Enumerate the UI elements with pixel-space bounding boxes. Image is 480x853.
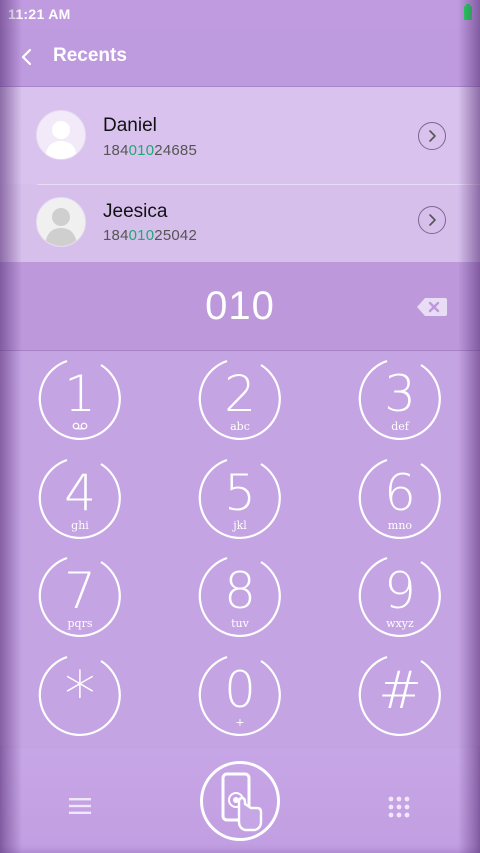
chevron-left-icon[interactable]	[18, 47, 38, 67]
key-9[interactable]: 9 wxyz	[357, 554, 443, 640]
key-digit: 6	[384, 464, 416, 522]
avatar	[36, 110, 86, 160]
person-icon	[45, 121, 77, 159]
status-bar: 11:21 AM	[0, 0, 480, 28]
key-letters: tuv	[231, 617, 249, 630]
key-1[interactable]: 1	[37, 357, 123, 443]
key-0[interactable]: 0 +	[197, 653, 283, 739]
key-star[interactable]: *	[37, 653, 123, 739]
call-button[interactable]	[200, 761, 280, 841]
key-letters: ghi	[71, 519, 89, 532]
key-digit: 2	[224, 365, 256, 423]
key-digit: 4	[64, 464, 96, 522]
key-letters: abc	[230, 420, 250, 433]
key-digit: 3	[384, 365, 416, 423]
key-digit: 0	[224, 661, 256, 719]
details-button[interactable]	[418, 122, 446, 150]
key-digit: 8	[224, 562, 256, 620]
key-digit: 1	[64, 365, 96, 423]
key-8[interactable]: 8 tuv	[197, 554, 283, 640]
list-item[interactable]: Daniel 18401024685	[0, 87, 480, 184]
chevron-right-icon	[429, 130, 436, 142]
key-5[interactable]: 5 jkl	[197, 456, 283, 542]
contact-number: 18401024685	[103, 142, 197, 159]
battery-icon	[464, 4, 472, 20]
phone-touch-icon	[221, 772, 263, 832]
key-6[interactable]: 6 mno	[357, 456, 443, 542]
key-7[interactable]: 7 pqrs	[37, 554, 123, 640]
key-hash[interactable]: #	[357, 653, 443, 739]
key-digit: 9	[384, 562, 416, 620]
avatar	[36, 197, 86, 247]
dial-display: 010	[0, 262, 480, 351]
voicemail-icon	[72, 422, 88, 430]
chevron-right-icon	[429, 214, 436, 226]
key-digit: *	[64, 658, 96, 731]
contact-number: 18401025042	[103, 227, 197, 244]
person-icon	[37, 198, 85, 246]
key-2[interactable]: 2 abc	[197, 357, 283, 443]
key-letters: jkl	[233, 519, 247, 532]
contact-name: Jeesica	[103, 201, 168, 222]
contact-name: Daniel	[103, 115, 157, 136]
key-letters: wxyz	[386, 617, 414, 630]
key-3[interactable]: 3 def	[357, 357, 443, 443]
key-digit: 7	[64, 562, 96, 620]
key-letters: def	[391, 420, 409, 433]
backspace-icon[interactable]	[416, 296, 448, 318]
menu-icon[interactable]	[69, 798, 91, 814]
dialed-number: 010	[205, 284, 275, 328]
status-time: 11:21 AM	[8, 6, 71, 22]
details-button[interactable]	[418, 206, 446, 234]
key-digit: 5	[224, 464, 256, 522]
key-digit: #	[378, 661, 422, 721]
recents-list: Daniel 18401024685 Jeesica 18401025042	[0, 87, 480, 262]
key-letters: pqrs	[67, 617, 93, 630]
dialpad-icon[interactable]	[388, 796, 410, 818]
key-letters: +	[235, 716, 245, 729]
page-title: Recents	[53, 45, 127, 66]
key-4[interactable]: 4 ghi	[37, 456, 123, 542]
app-header: Recents	[0, 28, 480, 87]
key-letters: mno	[387, 519, 413, 532]
list-item[interactable]: Jeesica 18401025042	[0, 185, 480, 262]
